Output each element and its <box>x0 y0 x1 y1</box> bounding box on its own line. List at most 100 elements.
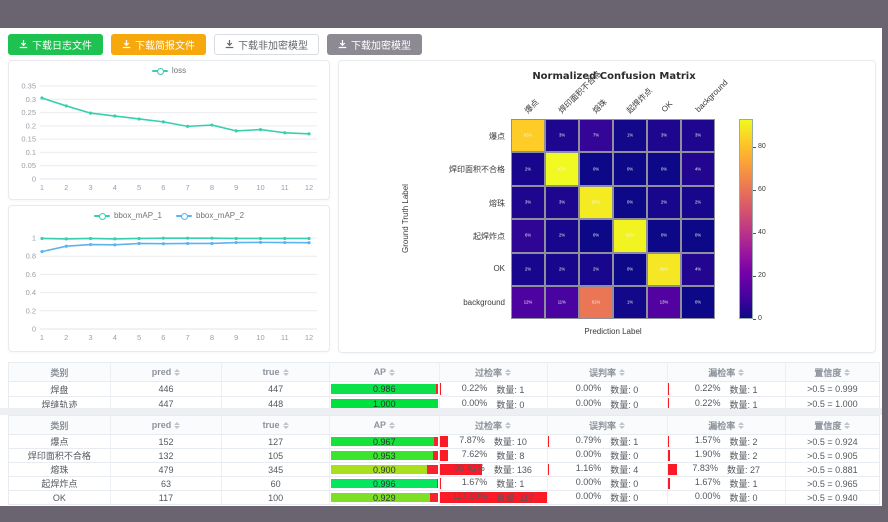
misjudge-cell: 0.00%数量: 0 <box>548 491 668 504</box>
header-cell-7[interactable]: 置信度 <box>786 416 879 434</box>
download-report-button[interactable]: 下载简报文件 <box>111 34 206 55</box>
table-header-row: 类别 pred trueAP过检率误判率漏检率 置信度 <box>9 363 879 382</box>
matrix-cell-value: 92% <box>626 234 634 238</box>
confidence-cell: >0.5 = 0.905 <box>786 449 879 462</box>
header-cell-6[interactable]: 漏检率 <box>668 416 786 434</box>
category-cell: 爆点 <box>9 435 111 448</box>
ap-value: 0.929 <box>373 493 396 503</box>
rate-percent: 0.22% <box>695 383 721 396</box>
matrix-cell: 0% <box>613 152 647 185</box>
rate-count: 数量: 0 <box>610 491 638 504</box>
category-cell: 熔珠 <box>9 463 111 476</box>
confidence-cell: >0.5 = 0.965 <box>786 477 879 490</box>
matrix-cell: 89% <box>647 253 681 286</box>
ap-cell: 0.996 <box>330 477 440 490</box>
header-cell-2[interactable]: true <box>222 363 330 381</box>
matrix-cell-value: 0% <box>627 267 633 271</box>
matrix-cell-value: 3% <box>525 200 531 204</box>
sort-caret-icon <box>389 369 395 376</box>
miss-cell: 1.90% 数量: 2 <box>668 449 786 462</box>
matrix-cell-value: 89% <box>660 267 668 271</box>
matrix-row-label: OK <box>385 264 505 273</box>
header-cell-5[interactable]: 误判率 <box>548 363 668 381</box>
matrix-cell-value: 13% <box>660 301 668 305</box>
matrix-cell-value: 2% <box>661 200 667 204</box>
true-cell: 60 <box>222 477 330 490</box>
rate-count: 数量: 1 <box>729 383 757 396</box>
rate-count: 数量: 136 <box>494 463 532 476</box>
header-cell-3[interactable]: AP <box>330 363 440 381</box>
sort-caret-icon <box>619 422 625 429</box>
rate-count: 数量: 0 <box>610 477 638 490</box>
header-label: 置信度 <box>814 366 841 379</box>
svg-text:0.8: 0.8 <box>26 252 36 261</box>
matrix-cell: 2% <box>545 219 579 252</box>
header-cell-1[interactable]: pred <box>111 363 222 381</box>
rate-count: 数量: 10 <box>494 435 527 448</box>
rate-count: 数量: 2 <box>729 449 757 462</box>
matrix-cell: 12% <box>511 286 545 319</box>
header-cell-4[interactable]: 过检率 <box>440 363 548 381</box>
matrix-cell: 3% <box>545 119 579 152</box>
svg-text:0.2: 0.2 <box>26 306 36 315</box>
download-log-button[interactable]: 下载日志文件 <box>8 34 103 55</box>
svg-text:6: 6 <box>161 183 165 192</box>
matrix-cell-value: 0% <box>593 234 599 238</box>
misjudge-cell: 0.00%数量: 0 <box>548 449 668 462</box>
ap-value: 0.900 <box>373 465 396 475</box>
header-cell-3[interactable]: AP <box>330 416 440 434</box>
header-label: 置信度 <box>814 419 841 432</box>
header-cell-0: 类别 <box>9 363 111 381</box>
miss-cell: 0.00%数量: 0 <box>668 491 786 504</box>
colorbar-tick-label: 40 <box>758 229 766 236</box>
matrix-cell-value: 12% <box>524 301 532 305</box>
true-cell: 105 <box>222 449 330 462</box>
header-cell-2[interactable]: true <box>222 416 330 434</box>
matrix-cell: 3% <box>545 186 579 219</box>
matrix-cell: 3% <box>647 119 681 152</box>
header-cell-0: 类别 <box>9 416 111 434</box>
svg-text:0.35: 0.35 <box>21 82 36 91</box>
rate-bar <box>668 464 677 475</box>
sort-caret-icon <box>283 422 289 429</box>
rate-percent: 0.00% <box>576 449 602 462</box>
header-cell-1[interactable]: pred <box>111 416 222 434</box>
svg-text:1: 1 <box>32 234 36 243</box>
colorbar-tick-label: 0 <box>758 315 762 322</box>
matrix-cell-value: 3% <box>559 200 565 204</box>
svg-text:0.6: 0.6 <box>26 270 36 279</box>
svg-text:0: 0 <box>32 325 36 334</box>
rate-percent: 0.00% <box>576 398 602 411</box>
matrix-col-label: OK <box>660 99 675 114</box>
rate-bar <box>440 436 448 447</box>
header-cell-5[interactable]: 误判率 <box>548 416 668 434</box>
header-cell-4[interactable]: 过检率 <box>440 416 548 434</box>
ap-cell: 0.967 <box>330 435 440 448</box>
header-label: 漏检率 <box>708 419 735 432</box>
main-content: 下载日志文件 下载简报文件 下载非加密模型 下载加密模型 loss 00.050… <box>0 28 882 506</box>
matrix-cell: 0% <box>579 152 613 185</box>
download-plain-model-button[interactable]: 下载非加密模型 <box>214 34 319 55</box>
matrix-cell-value: 3% <box>695 134 701 138</box>
download-icon <box>19 40 28 49</box>
sort-caret-icon <box>389 422 395 429</box>
header-cell-7[interactable]: 置信度 <box>786 363 879 381</box>
table-row: OK1171000.929117.00%数量: 1170.00%数量: 00.0… <box>9 491 879 505</box>
header-label: pred <box>152 367 172 377</box>
rate-percent: 1.90% <box>695 449 721 462</box>
rate-percent: 7.83% <box>692 463 718 476</box>
matrix-cell: 92% <box>613 219 647 252</box>
rate-percent: 117.00% <box>452 491 487 504</box>
sort-caret-icon <box>505 422 511 429</box>
ap-cell: 0.986 <box>330 382 440 396</box>
true-value: 127 <box>268 437 283 447</box>
misjudge-cell: 0.00%数量: 0 <box>548 477 668 490</box>
header-cell-6[interactable]: 漏检率 <box>668 363 786 381</box>
download-encrypted-model-button[interactable]: 下载加密模型 <box>327 34 422 55</box>
sort-caret-icon <box>174 369 180 376</box>
confidence-value: >0.5 = 0.905 <box>807 451 858 461</box>
matrix-cell-value: 0% <box>627 167 633 171</box>
overdetect-cell: 117.00%数量: 117 <box>440 491 548 504</box>
sort-caret-icon <box>283 369 289 376</box>
matrix-cell: 4% <box>681 152 715 185</box>
